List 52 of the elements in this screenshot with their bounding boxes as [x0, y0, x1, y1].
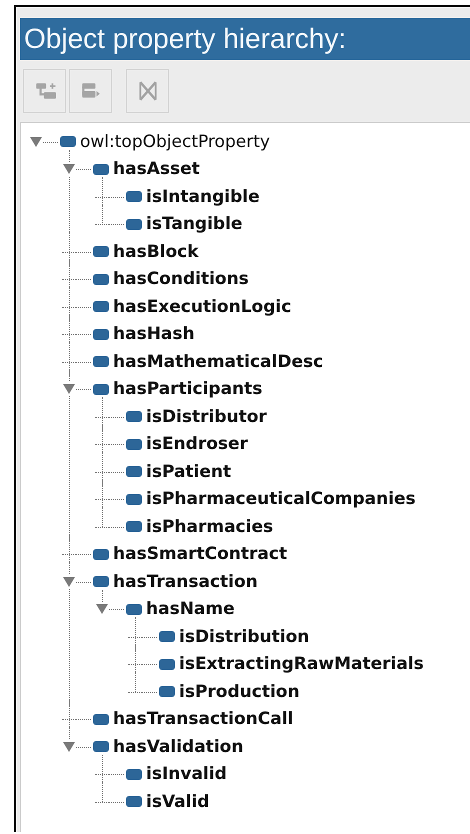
property-icon	[126, 411, 142, 422]
property-icon	[93, 576, 109, 588]
property-icon	[93, 714, 109, 725]
property-icon	[93, 548, 109, 560]
property-icon	[93, 164, 109, 175]
tree-item[interactable]: isEndroser	[146, 434, 248, 454]
tree-item[interactable]: isPharmaceuticalCompanies	[146, 489, 416, 510]
property-icon	[126, 438, 142, 450]
tree-item[interactable]: hasExecutionLogic	[113, 296, 292, 317]
property-icon	[126, 466, 142, 478]
property-icon	[159, 686, 175, 698]
tree-item[interactable]: hasTransactionCall	[113, 709, 294, 730]
property-icon	[126, 768, 142, 780]
tree-item[interactable]: hasAsset	[113, 159, 200, 180]
delete-icon	[136, 80, 158, 102]
tree-item[interactable]: hasConditions	[113, 269, 249, 290]
property-icon	[93, 301, 109, 312]
tree-item[interactable]: isDistributor	[146, 406, 267, 427]
property-icon	[93, 246, 109, 258]
tree-item[interactable]: isExtractingRawMaterials	[179, 654, 424, 674]
property-icon	[159, 658, 175, 670]
tree-item[interactable]: hasParticipants	[113, 379, 262, 400]
tree-item[interactable]: isIntangible	[146, 186, 260, 207]
property-icon	[159, 631, 175, 642]
tree-item[interactable]: hasHash	[113, 324, 195, 344]
tree-item[interactable]: hasName	[146, 599, 235, 620]
property-icon	[126, 521, 142, 532]
tree-item[interactable]: isPatient	[146, 462, 232, 482]
property-icon	[60, 136, 76, 148]
property-icon	[126, 218, 142, 230]
property-icon	[93, 328, 109, 340]
property-icon	[126, 796, 142, 808]
property-icon	[93, 356, 109, 368]
property-icon	[93, 384, 109, 395]
tree-item[interactable]: isProduction	[179, 682, 300, 702]
tree-item[interactable]: isInvalid	[146, 764, 227, 784]
tree-item[interactable]: hasTransaction	[113, 572, 258, 592]
panel-title: Object property hierarchy:	[20, 18, 470, 60]
tree-item[interactable]: hasBlock	[113, 242, 199, 262]
tree-item[interactable]: isDistribution	[179, 626, 310, 647]
tree-item[interactable]: owl:topObjectProperty	[80, 132, 270, 152]
tree-item[interactable]: isTangible	[146, 214, 242, 234]
tree-item[interactable]: isPharmacies	[146, 516, 274, 537]
tree-item[interactable]: hasMathematicalDesc	[113, 352, 324, 372]
property-icon	[126, 494, 142, 505]
tree-item[interactable]: isValid	[146, 792, 210, 812]
property-icon	[93, 741, 109, 752]
property-icon	[93, 274, 109, 285]
property-icon	[126, 604, 142, 615]
tree-item[interactable]: hasSmartContract	[113, 544, 288, 564]
property-icon	[126, 191, 142, 202]
tree-item[interactable]: hasValidation	[113, 736, 244, 757]
